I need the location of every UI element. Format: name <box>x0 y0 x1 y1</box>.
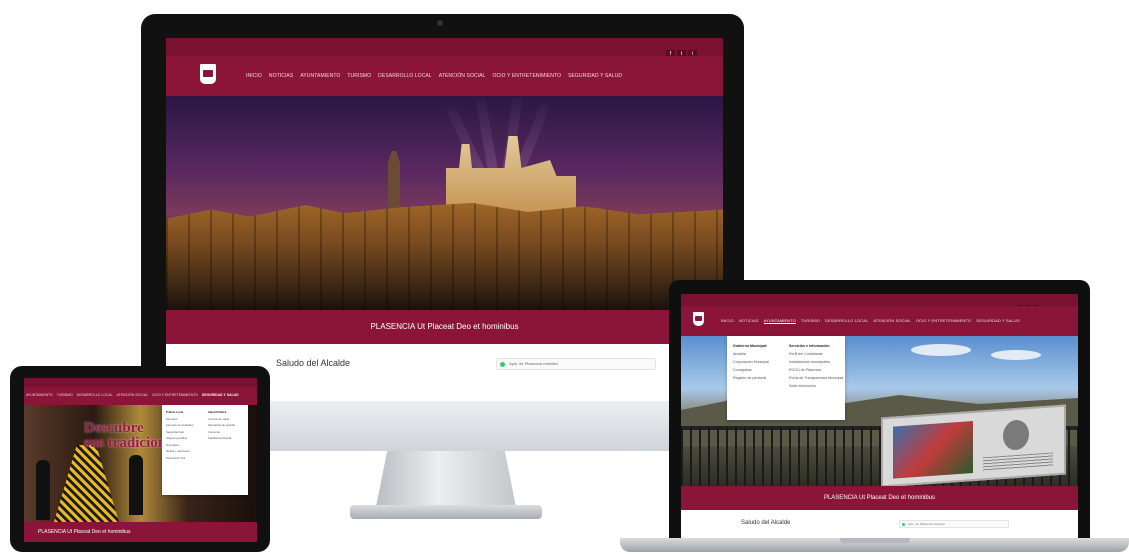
dropdown-item[interactable]: Sede electrónica <box>789 382 843 390</box>
dropdown-item[interactable]: Perfil del Contratante <box>789 350 843 358</box>
twitter-widget[interactable]: Ayto. de Plasencia retwitteó <box>899 520 1009 528</box>
nav-ocio[interactable]: OCIO Y ENTRETENIMIENTO <box>916 318 971 324</box>
person-figure <box>129 455 143 515</box>
imac-screen: fti INICIO NOTICIAS AYUNTAMIENTO TURISMO… <box>166 38 723 401</box>
main-nav: INICIO NOTICIAS AYUNTAMIENTO TURISMO DES… <box>721 318 1020 324</box>
dropdown-column: Gobierno Municipal Alcaldía Corporación … <box>733 342 769 382</box>
nav-ayuntamiento[interactable]: AYUNTAMIENTO <box>763 318 796 324</box>
dropdown-item[interactable]: Instalaciones municipales <box>789 358 843 366</box>
nav-seguridad[interactable]: SEGURIDAD Y SALUD <box>976 318 1020 324</box>
imac-monitor: fti INICIO NOTICIAS AYUNTAMIENTO TURISMO… <box>141 14 744 401</box>
nav-ocio[interactable]: OCIO Y ENTRETENIMIENTO <box>492 73 561 79</box>
dropdown-item[interactable]: Multas y sanciones <box>166 448 194 455</box>
motto-banner: PLASENCIA Ut Placeat Deo et hominibus <box>681 486 1078 510</box>
section-heading: Saludo del Alcalde <box>276 358 351 368</box>
top-bar: fti <box>166 38 723 59</box>
church-tower <box>388 151 400 211</box>
nav-desarrollo-local[interactable]: DESARROLLO LOCAL <box>77 393 113 397</box>
dropdown-item[interactable]: Portal de Transparencia Municipal <box>789 374 843 382</box>
dropdown-column: Salud Pública Centros de salud Farmacias… <box>208 409 235 442</box>
main-nav: AYUNTAMIENTO TURISMO DESARROLLO LOCAL AT… <box>26 393 239 397</box>
nav-inicio[interactable]: INICIO <box>246 73 262 79</box>
seguridad-dropdown-menu: Policía Local Servicios Atención al ciud… <box>162 405 248 495</box>
dropdown-column: Servicios e información Perfil del Contr… <box>789 342 843 390</box>
imac-stand-foot <box>350 505 542 519</box>
motto-banner: PLASENCIA Ut Placeat Deo et hominibus <box>24 522 257 542</box>
nav-ayuntamiento[interactable]: AYUNTAMIENTO <box>300 73 340 79</box>
nav-atencion-social[interactable]: ATENCIÓN SOCIAL <box>873 318 911 324</box>
town-skyline <box>166 202 723 310</box>
hero-image-night-city <box>166 96 723 310</box>
laptop-notch <box>840 538 910 543</box>
laptop: fti INICIO NOTICIAS AYUNTAMIENTO TURISMO… <box>669 280 1090 538</box>
content-section: Saludo del Alcalde Ayto. de Plasencia re… <box>681 510 1078 538</box>
nav-seguridad[interactable]: SEGURIDAD Y SALUD <box>202 393 239 397</box>
dropdown-heading: Gobierno Municipal <box>733 344 767 348</box>
dropdown-item[interactable]: Sanidad ambiental <box>208 435 235 442</box>
nav-turismo[interactable]: TURISMO <box>801 318 820 324</box>
plaque-portrait <box>1003 419 1029 451</box>
tablet: fti AYUNTAMIENTO TURISMO DESARROLLO LOCA… <box>10 366 270 552</box>
cloud <box>911 344 971 356</box>
nav-noticias[interactable]: NOTICIAS <box>739 318 759 324</box>
dropdown-item[interactable]: Alcaldía <box>733 350 769 358</box>
dropdown-item[interactable]: Corporación Municipal <box>733 358 769 366</box>
main-nav: INICIO NOTICIAS AYUNTAMIENTO TURISMO DES… <box>246 73 622 79</box>
plaque-text <box>983 452 1053 472</box>
dropdown-item[interactable]: Concejalías <box>733 366 769 374</box>
imac-stand <box>376 451 516 507</box>
laptop-screen: fti INICIO NOTICIAS AYUNTAMIENTO TURISMO… <box>681 294 1078 538</box>
nav-noticias[interactable]: NOTICIAS <box>269 73 293 79</box>
dropdown-item[interactable]: Atención al ciudadano <box>166 422 194 429</box>
top-bar: fti <box>24 378 257 394</box>
dropdown-heading: Servicios e información <box>789 344 830 348</box>
motto-banner: PLASENCIA Ut Placeat Deo et hominibus <box>166 310 723 344</box>
ayuntamiento-dropdown-menu: Gobierno Municipal Alcaldía Corporación … <box>727 336 845 420</box>
section-heading: Saludo del Alcalde <box>741 520 791 526</box>
dropdown-item[interactable]: Protección Civil <box>166 455 194 462</box>
main-navbar: INICIO NOTICIAS AYUNTAMIENTO TURISMO DES… <box>681 306 1078 336</box>
nav-turismo[interactable]: TURISMO <box>57 393 73 397</box>
main-navbar: INICIO NOTICIAS AYUNTAMIENTO TURISMO DES… <box>166 56 723 96</box>
dropdown-item[interactable]: Farmacias de guardia <box>208 422 235 429</box>
twitter-widget[interactable]: Ayto. de Plasencia retwitteó <box>496 358 656 370</box>
top-bar: fti <box>681 294 1078 311</box>
camera-icon <box>437 20 443 26</box>
nav-inicio[interactable]: INICIO <box>721 318 734 324</box>
nav-atencion-social[interactable]: ATENCIÓN SOCIAL <box>117 393 148 397</box>
main-navbar: AYUNTAMIENTO TURISMO DESARROLLO LOCAL AT… <box>24 387 257 405</box>
information-plaque <box>881 404 1066 488</box>
plaque-photo <box>893 421 973 479</box>
traditional-dress <box>54 445 119 522</box>
nav-ayuntamiento[interactable]: AYUNTAMIENTO <box>26 393 53 397</box>
nav-seguridad[interactable]: SEGURIDAD Y SALUD <box>568 73 622 79</box>
nav-ocio[interactable]: OCIO Y ENTRETENIMIENTO <box>152 393 198 397</box>
city-crest-logo[interactable] <box>200 64 216 84</box>
nav-desarrollo-local[interactable]: DESARROLLO LOCAL <box>378 73 432 79</box>
nav-desarrollo-local[interactable]: DESARROLLO LOCAL <box>825 318 868 324</box>
nav-turismo[interactable]: TURISMO <box>347 73 371 79</box>
person-figure <box>36 460 50 520</box>
city-crest-logo[interactable] <box>693 312 704 326</box>
tablet-screen: fti AYUNTAMIENTO TURISMO DESARROLLO LOCA… <box>24 378 257 542</box>
dropdown-column: Policía Local Servicios Atención al ciud… <box>166 409 194 461</box>
cloud <box>991 350 1041 360</box>
nav-atencion-social[interactable]: ATENCIÓN SOCIAL <box>439 73 486 79</box>
dropdown-item[interactable]: PGOU de Plasencia <box>789 366 843 374</box>
dropdown-item[interactable]: Registro de personal <box>733 374 769 382</box>
